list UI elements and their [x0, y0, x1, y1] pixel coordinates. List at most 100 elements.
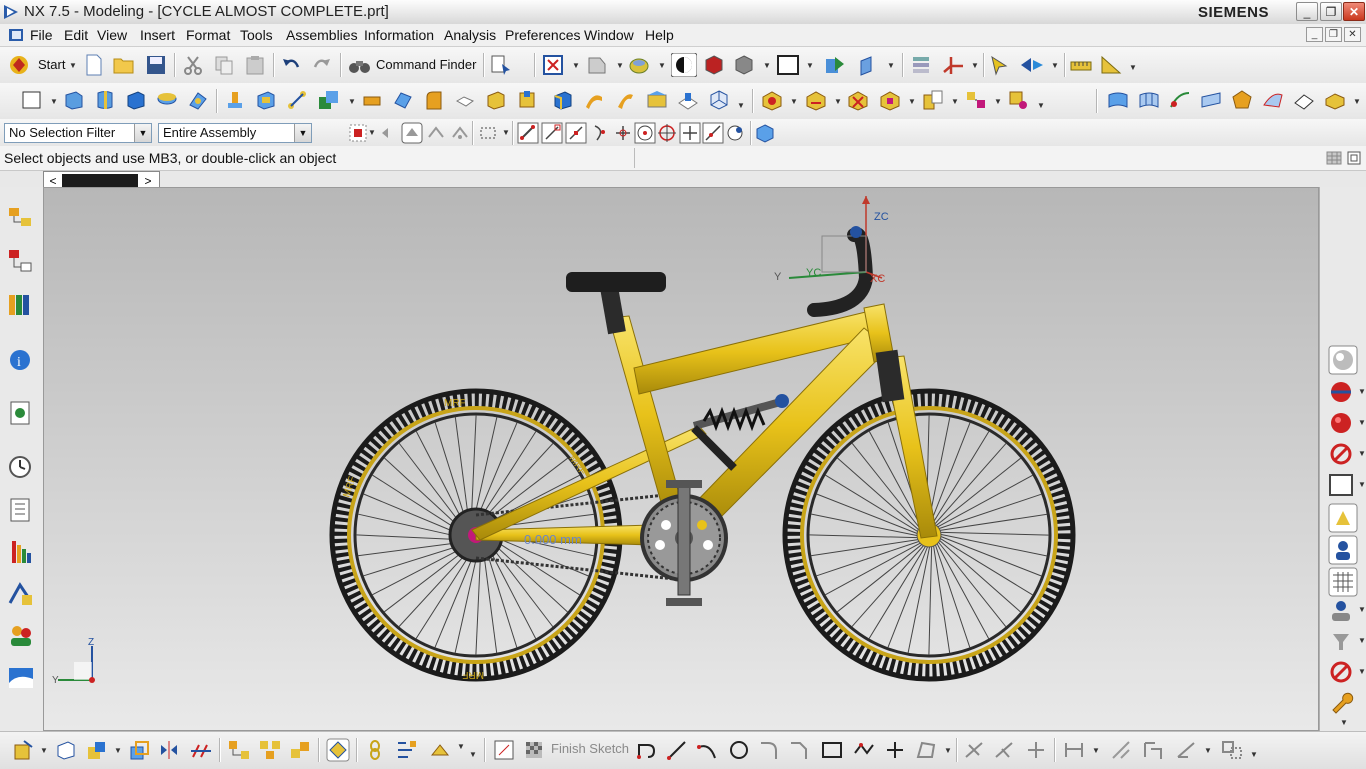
background-panel-icon[interactable]: [1328, 472, 1354, 498]
orient-view-icon[interactable]: [586, 54, 608, 76]
extrude-icon[interactable]: [63, 89, 85, 111]
rectangle-icon[interactable]: [820, 739, 844, 761]
decal-icon[interactable]: [1328, 503, 1358, 533]
boss-icon[interactable]: [224, 89, 246, 111]
sketch-task-icon[interactable]: [326, 738, 350, 762]
menu-format[interactable]: Format: [186, 27, 230, 43]
bounding-box-icon[interactable]: [754, 122, 776, 144]
move-component-icon[interactable]: [1019, 54, 1045, 76]
copy-icon[interactable]: [213, 54, 235, 76]
n-sided-surface-icon[interactable]: [1230, 89, 1254, 111]
geometric-constraint-icon[interactable]: [1110, 739, 1132, 761]
cut-icon[interactable]: [182, 54, 204, 76]
mate-component-icon[interactable]: [878, 89, 902, 111]
menu-analysis[interactable]: Analysis: [444, 27, 496, 43]
quick-extend-icon[interactable]: [993, 739, 1015, 761]
close-button[interactable]: ✕: [1343, 2, 1365, 21]
user-profile-icon[interactable]: [1328, 597, 1354, 623]
scale-body-icon[interactable]: [552, 89, 574, 111]
doc-minimize-button[interactable]: _: [1306, 27, 1323, 42]
block-icon[interactable]: [125, 89, 147, 111]
shaded-with-edges-icon[interactable]: [671, 53, 697, 77]
line-icon[interactable]: [666, 739, 688, 761]
status-grid-icon[interactable]: [1326, 151, 1342, 165]
intersection-point-icon[interactable]: [612, 122, 634, 144]
revolve-icon[interactable]: [94, 89, 116, 111]
unite-icon[interactable]: [317, 89, 343, 111]
menu-assemblies[interactable]: Assemblies: [286, 27, 358, 43]
shaded-cube-icon[interactable]: [703, 54, 725, 76]
studio-sphere-icon[interactable]: [1328, 345, 1358, 375]
profile-icon[interactable]: [636, 739, 660, 761]
clock-history-icon[interactable]: [6, 452, 36, 482]
ruled-surface-icon[interactable]: [1199, 89, 1223, 111]
chamfer-icon[interactable]: [454, 89, 476, 111]
promote-body-icon[interactable]: [85, 739, 109, 761]
auto-constrain-icon[interactable]: [1174, 739, 1198, 761]
mirror-body-icon[interactable]: [645, 89, 669, 111]
point-icon[interactable]: [884, 739, 906, 761]
point-on-surface-icon[interactable]: [725, 122, 747, 144]
minimize-button[interactable]: _: [1296, 2, 1318, 21]
assembly-navigator-icon[interactable]: [6, 205, 36, 235]
sketch-grid-icon[interactable]: [493, 739, 515, 761]
measure-angle-icon[interactable]: [1099, 54, 1123, 76]
rectangle-selection-icon[interactable]: [478, 123, 498, 143]
existing-point-icon[interactable]: [679, 122, 701, 144]
snap-point-enable-icon[interactable]: [517, 122, 539, 144]
reuse-library-icon[interactable]: [6, 495, 36, 525]
no-entry-icon[interactable]: [1328, 441, 1354, 467]
light-source-icon[interactable]: [1328, 628, 1354, 654]
show-all-constraints-icon[interactable]: [1141, 739, 1165, 761]
trim-body-icon[interactable]: [361, 89, 383, 111]
select-tool-icon[interactable]: [988, 54, 1012, 76]
pocket-icon[interactable]: [255, 89, 277, 111]
select-components-icon[interactable]: [426, 123, 446, 143]
through-curve-mesh-icon[interactable]: [1137, 89, 1161, 111]
extension-surface-icon[interactable]: [1292, 89, 1316, 111]
create-component-icon[interactable]: [804, 89, 828, 111]
cylinder-icon[interactable]: [156, 89, 178, 111]
reposition-component-icon[interactable]: [921, 89, 945, 111]
system-scenes-icon[interactable]: [6, 663, 36, 693]
menu-window[interactable]: Window: [584, 27, 634, 43]
sketch-icon[interactable]: [20, 89, 44, 111]
background-icon[interactable]: [776, 54, 800, 76]
pattern-feature-icon[interactable]: [286, 89, 308, 111]
grid-plane-icon[interactable]: [1328, 567, 1358, 597]
finish-sketch-button[interactable]: Finish Sketch: [551, 741, 629, 756]
dimension-icon[interactable]: [1062, 739, 1086, 761]
part-navigator-icon[interactable]: [6, 290, 36, 320]
history-palette-icon[interactable]: [6, 399, 36, 429]
menu-preferences[interactable]: Preferences: [505, 27, 580, 43]
start-button[interactable]: Start: [38, 57, 65, 72]
menu-tools[interactable]: Tools: [240, 27, 273, 43]
undo-icon[interactable]: [280, 54, 302, 76]
no-render-icon[interactable]: [1328, 659, 1354, 685]
polygon-icon[interactable]: [852, 739, 876, 761]
new-file-icon[interactable]: [84, 54, 104, 76]
menu-information[interactable]: Information: [364, 27, 434, 43]
fillet-icon[interactable]: [758, 739, 780, 761]
pattern-sketch-icon[interactable]: [428, 739, 452, 761]
paste-icon[interactable]: [244, 54, 266, 76]
scroll-thumb[interactable]: [62, 174, 138, 188]
selection-filter-select[interactable]: No Selection Filter ▼: [4, 123, 152, 143]
chamfer-sketch-icon[interactable]: [788, 739, 810, 761]
thicken-icon[interactable]: [583, 89, 605, 111]
general-selection-intent-icon[interactable]: [348, 123, 368, 143]
remove-component-icon[interactable]: [846, 89, 870, 111]
open-folder-icon[interactable]: [112, 54, 136, 76]
hole-icon[interactable]: [187, 89, 209, 111]
roles-icon[interactable]: [6, 621, 36, 651]
menu-file[interactable]: File: [30, 27, 53, 43]
assembly-sequence-icon[interactable]: [1007, 89, 1031, 111]
start-dropdown-icon[interactable]: ▼: [69, 61, 77, 70]
red-sphere-icon[interactable]: [1328, 410, 1354, 436]
point-on-curve-icon[interactable]: [702, 122, 724, 144]
sweep-icon[interactable]: [1168, 89, 1192, 111]
finish-sketch-flag-icon[interactable]: [523, 739, 545, 761]
save-icon[interactable]: [145, 54, 167, 76]
assembly-structure-icon[interactable]: [227, 739, 251, 761]
menu-insert[interactable]: Insert: [140, 27, 175, 43]
